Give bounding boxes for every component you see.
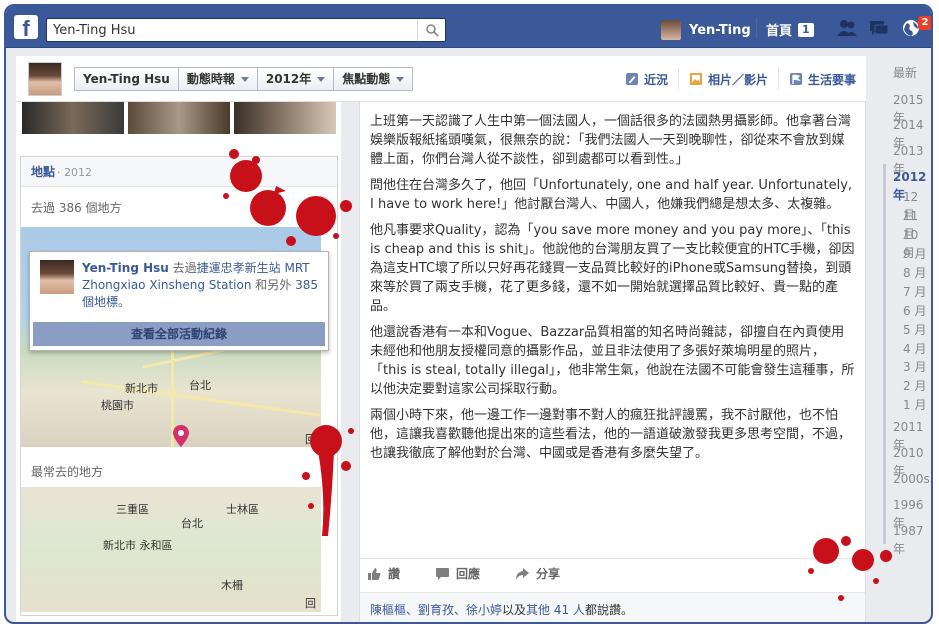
map-label: 台北: [181, 517, 203, 530]
composer-links: 近況 相片／影片 生活要事: [615, 68, 866, 90]
share-icon: [516, 567, 530, 580]
year-link[interactable]: 最新: [881, 64, 931, 82]
home-label: 首頁: [766, 24, 793, 39]
frequent-map[interactable]: 三重區 士林區 台北 新北市 永和區 木柵 回: [21, 487, 321, 612]
timeline-nav-bar: Yen-Ting Hsu 動態時報 2012年 焦點動態 近況 相片／影片 生活…: [16, 56, 866, 102]
post-actions: 讚 回應 分享: [360, 558, 865, 588]
month-link[interactable]: 4 月: [881, 340, 931, 358]
month-link[interactable]: 2 月: [881, 377, 931, 395]
top-profile-link[interactable]: Yen-Ting: [661, 20, 751, 40]
post-card: 上班第一天認識了人生中第一個法國人，一個話很多的法國熱男攝影師。他拿著台灣娛樂版…: [359, 102, 866, 622]
map-popup: Yen-Ting Hsu 去過捷運忠孝新生站 MRT Zhongxiao Xin…: [29, 251, 329, 351]
photo-strip: [22, 102, 336, 134]
post-body: 上班第一天認識了人生中第一個法國人，一個話很多的法國熱男攝影師。他拿著台灣娛樂版…: [370, 112, 855, 470]
month-link[interactable]: 3 月: [881, 358, 931, 376]
map-label: 台北: [189, 379, 211, 392]
map-label: 士林區: [226, 503, 259, 516]
photo-video-link[interactable]: 相片／影片: [677, 68, 778, 90]
month-link[interactable]: 8 月: [881, 264, 931, 282]
places-card: 地點 · 2012 去過 386 個地方 新北市 台北 桃園市 回 Yen-Tin…: [20, 156, 338, 616]
month-link[interactable]: 6 月: [881, 302, 931, 320]
jewel-icons: [836, 18, 922, 38]
crumb-highlights[interactable]: 焦點動態: [333, 67, 414, 91]
year-link[interactable]: 2000s: [881, 470, 931, 488]
crumb-timeline[interactable]: 動態時報: [177, 67, 258, 91]
divider: [756, 18, 757, 38]
share-button[interactable]: 分享: [516, 565, 560, 582]
status-link[interactable]: 近況: [615, 68, 678, 90]
thumbs-up-icon: [368, 567, 381, 580]
frequent-places-title: 最常去的地方: [31, 465, 104, 479]
home-link[interactable]: 首頁 1: [766, 20, 814, 39]
map-label: 回: [305, 433, 316, 446]
search-box[interactable]: [46, 18, 446, 42]
photo-thumb[interactable]: [234, 102, 336, 134]
chevron-down-icon: [396, 76, 405, 82]
avatar: [661, 20, 681, 40]
crumb-year[interactable]: 2012年: [256, 67, 335, 91]
chevron-down-icon: [240, 76, 249, 82]
top-bar: f Yen-Ting 首頁 1 2: [6, 6, 931, 48]
places-year: · 2012: [57, 166, 93, 179]
post-paragraph: 問他住在台灣多久了，他回「Unfortunately, one and half…: [370, 178, 853, 212]
map-label: 新北市 永和區: [103, 539, 173, 552]
timeline-year-scrubber: 最新 2015年 2014年 2013年 2012年 12 月 11 月 10 月9 月8 月…: [878, 56, 931, 622]
map-label: 三重區: [116, 503, 149, 516]
top-user-name: Yen-Ting: [689, 22, 751, 38]
pencil-icon: [625, 73, 638, 85]
places-title[interactable]: 地點: [31, 165, 55, 179]
map-label: 新北市: [125, 382, 158, 395]
popup-text: Yen-Ting Hsu 去過捷運忠孝新生站 MRT Zhongxiao Xin…: [82, 261, 318, 309]
view-activity-log-button[interactable]: 查看全部活動紀錄: [33, 322, 325, 346]
post-paragraph: 上班第一天認識了人生中第一個法國人，一個話很多的法國熱男攝影師。他拿著台灣娛樂版…: [370, 114, 852, 167]
comment-button[interactable]: 回應: [436, 565, 480, 582]
post-paragraph: 他還說香港有一本和Vogue、Bazzar品質相當的知名時尚雜誌，卻擅自在內頁使…: [370, 325, 855, 397]
year-link[interactable]: 1987年: [881, 522, 931, 558]
month-link[interactable]: 7 月: [881, 283, 931, 301]
messages-icon[interactable]: [868, 18, 890, 38]
month-link[interactable]: 9 月: [881, 245, 931, 263]
comment-icon: [436, 567, 450, 580]
photo-thumb[interactable]: [128, 102, 230, 134]
notification-count-badge: 2: [918, 16, 931, 30]
map-label: 桃園市: [101, 399, 134, 412]
likers-link[interactable]: 陳樞樞、劉育孜、徐小婷: [370, 603, 502, 617]
month-link[interactable]: 5 月: [881, 321, 931, 339]
map-label: 回: [305, 597, 316, 610]
map-pin-icon: [173, 425, 189, 447]
likes-summary: 陳樞樞、劉育孜、徐小婷以及其他 41 人都說讚。: [360, 592, 865, 622]
chevron-down-icon: [317, 76, 326, 82]
avatar[interactable]: [28, 62, 62, 96]
facebook-logo-icon[interactable]: f: [14, 15, 38, 41]
post-paragraph: 他凡事要求Quality，認為「you save more money and …: [370, 223, 855, 314]
other-likers-link[interactable]: 其他 41 人: [526, 603, 585, 617]
friend-requests-icon[interactable]: [836, 18, 858, 38]
search-input[interactable]: [47, 19, 407, 41]
map-label: 木柵: [221, 579, 243, 592]
map-road: [22, 487, 321, 506]
left-column: 地點 · 2012 去過 386 個地方 新北市 台北 桃園市 回 Yen-Tin…: [16, 102, 341, 622]
like-button[interactable]: 讚: [368, 565, 400, 582]
map-road: [21, 492, 40, 612]
visited-count: 去過 386 個地方: [31, 201, 122, 215]
home-count-badge: 1: [798, 22, 814, 37]
search-icon[interactable]: [417, 19, 445, 41]
photo-thumb[interactable]: [22, 102, 124, 134]
month-link[interactable]: 1 月: [881, 396, 931, 414]
places-header: 地點 · 2012: [21, 157, 337, 187]
breadcrumb: Yen-Ting Hsu 動態時報 2012年 焦點動態: [74, 67, 414, 91]
avatar[interactable]: [40, 260, 74, 294]
flag-icon: [789, 73, 802, 85]
window-frame: f Yen-Ting 首頁 1 2: [4, 4, 933, 624]
crumb-profile-name[interactable]: Yen-Ting Hsu: [74, 67, 179, 91]
life-event-link[interactable]: 生活要事: [777, 68, 866, 90]
photo-icon: [689, 73, 702, 85]
popup-user-name[interactable]: Yen-Ting Hsu: [82, 261, 169, 275]
post-paragraph: 兩個小時下來，他一邊工作一邊對事不對人的瘋狂批評謾罵，我不討厭他，也不怕他，這讓…: [370, 408, 852, 461]
